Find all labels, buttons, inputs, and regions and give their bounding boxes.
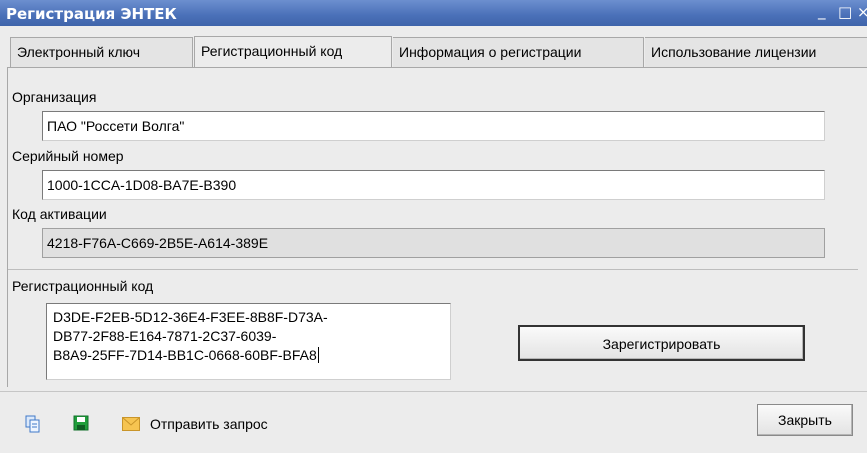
registration-code-label: Регистрационный код [12, 278, 154, 294]
window-title: Регистрация ЭНТЕК [6, 5, 177, 23]
tab-electronic-key[interactable]: Электронный ключ [10, 37, 193, 67]
tab-registration-code[interactable]: Регистрационный код [194, 36, 392, 68]
close-button[interactable]: Закрыть [757, 404, 853, 436]
tab-license-usage[interactable]: Использование лицензии [645, 37, 867, 67]
send-request-link[interactable]: Отправить запрос [150, 416, 268, 432]
maximize-button[interactable]: □ [838, 3, 852, 21]
close-window-button[interactable]: × [857, 3, 867, 21]
group-divider [8, 269, 858, 270]
tab-registration-info[interactable]: Информация о регистрации [393, 37, 644, 67]
envelope-icon[interactable] [122, 417, 140, 433]
organization-field[interactable]: ПАО "Россети Волга" [42, 111, 825, 141]
save-icon[interactable] [73, 415, 89, 431]
tab-bar: Электронный ключ Регистрационный код Инф… [0, 36, 867, 68]
text-caret [317, 347, 319, 363]
registration-code-line: DB77-2F88-E164-7871-2C37-6039- [53, 328, 277, 344]
registration-code-line: D3DE-F2EB-5D12-36E4-F3EE-8B8F-D73A- [53, 309, 328, 325]
copy-icon[interactable] [25, 415, 41, 433]
registration-code-line: B8A9-25FF-7D14-BB1C-0668-60BF-BFA8 [53, 347, 317, 363]
minimize-button[interactable]: _ [818, 2, 826, 20]
footer-divider [0, 391, 867, 392]
title-bar[interactable]: Регистрация ЭНТЕК _ □ × [0, 0, 867, 26]
serial-number-label: Серийный номер [12, 148, 124, 164]
serial-number-field[interactable]: 1000-1CCA-1D08-BA7E-B390 [42, 170, 825, 200]
activation-code-label: Код активации [12, 206, 107, 222]
organization-label: Организация [12, 89, 97, 105]
activation-code-field: 4218-F76A-C669-2B5E-A614-389E [42, 228, 825, 258]
register-button[interactable]: Зарегистрировать [518, 325, 805, 361]
registration-code-textarea[interactable]: D3DE-F2EB-5D12-36E4-F3EE-8B8F-D73A- DB77… [46, 303, 451, 380]
